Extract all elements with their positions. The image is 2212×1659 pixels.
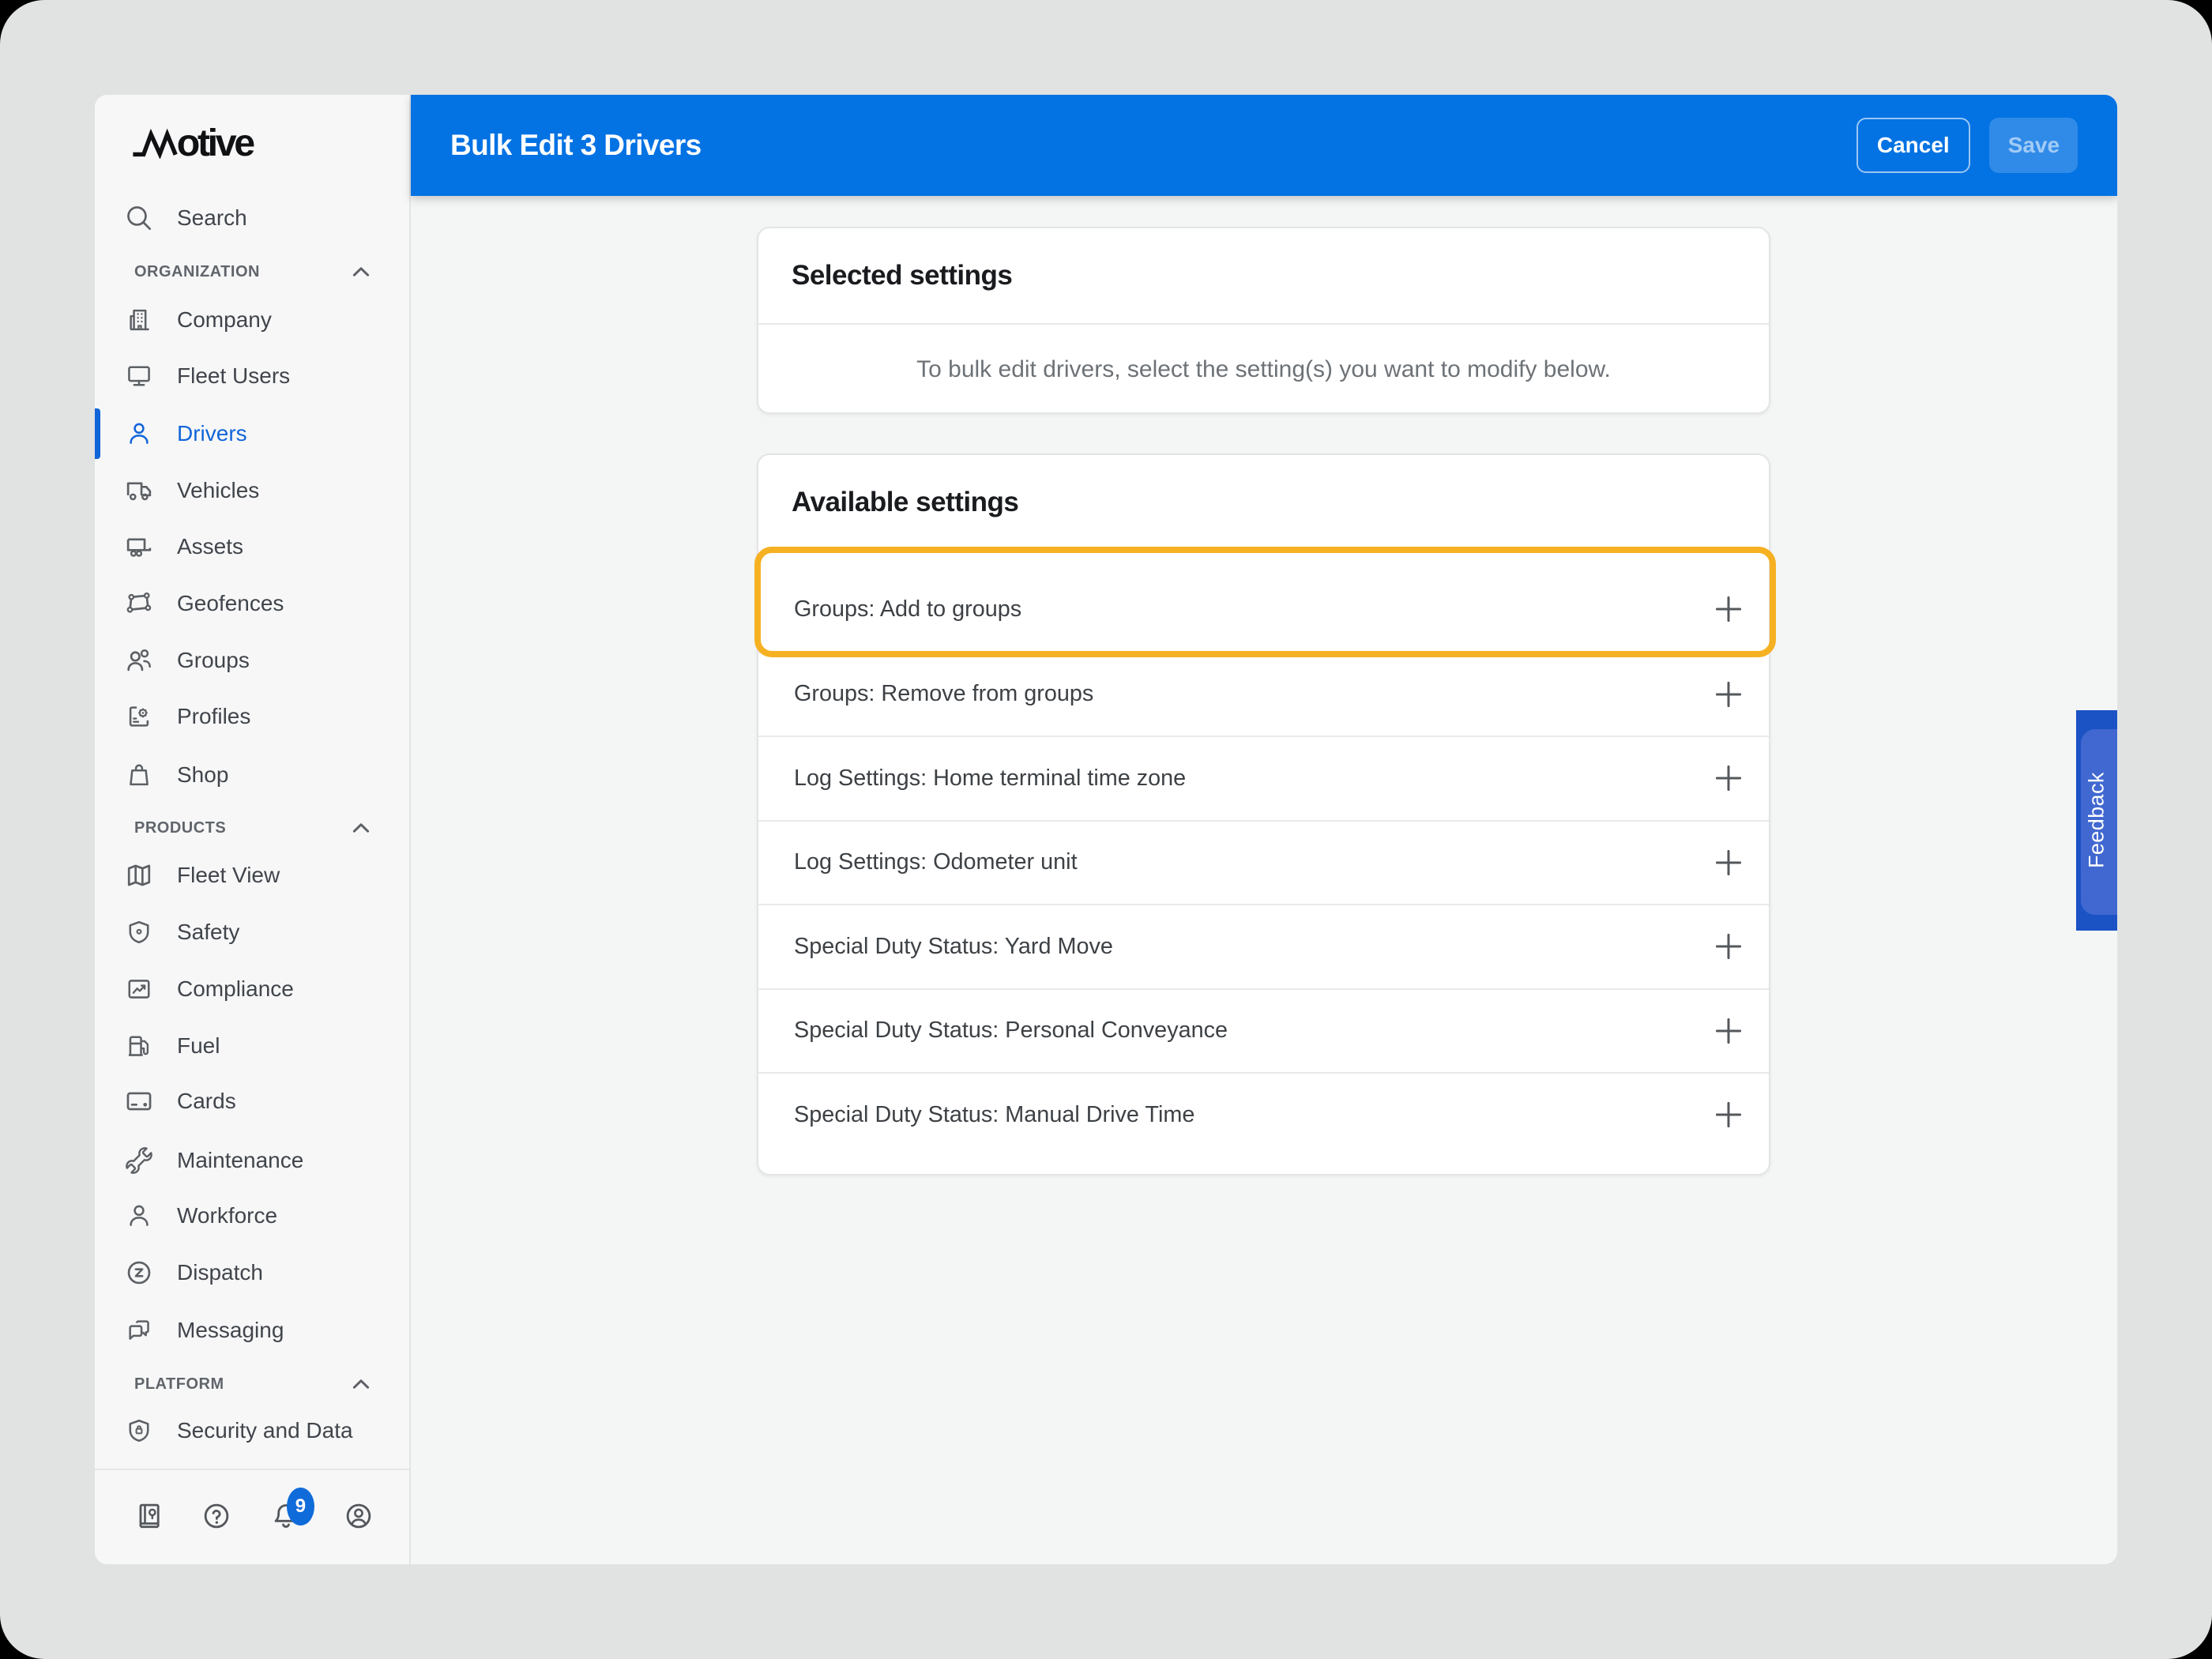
svg-text:otive: otive <box>177 122 254 159</box>
